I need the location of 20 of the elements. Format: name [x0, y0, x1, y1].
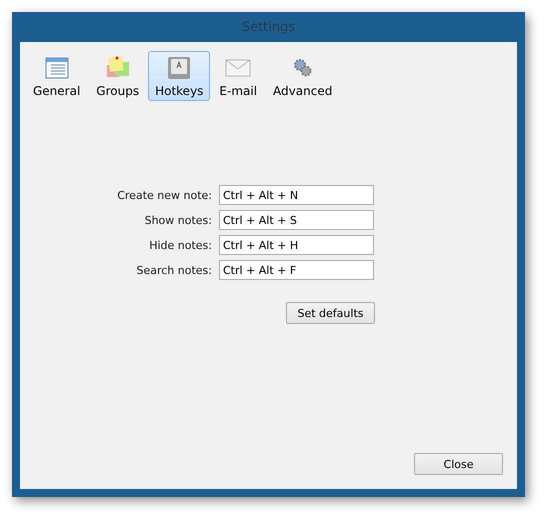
window-title: Settings [240, 18, 296, 36]
tab[interactable]: Groups [89, 51, 146, 101]
envelope-icon [225, 59, 252, 77]
tab[interactable]: Advanced [266, 51, 340, 101]
hotkey-label: Show notes: [144, 214, 212, 226]
hotkey-field[interactable]: Ctrl + Alt + N [219, 185, 374, 205]
window-list-icon [44, 57, 69, 79]
close-button[interactable]: Close [414, 453, 503, 475]
tab[interactable]: General [26, 51, 88, 101]
hotkey-label: Hide notes: [148, 238, 212, 252]
hotkey-label: Search notes: [135, 264, 212, 276]
hotkey-field[interactable]: Ctrl + Alt + H [219, 235, 374, 255]
hotkey-field[interactable]: Ctrl + Alt + F [219, 260, 374, 280]
set-defaults-button[interactable]: Set defaults [286, 302, 375, 324]
hotkey-label: Create new note: [116, 188, 212, 202]
tab[interactable]: E-mail [212, 51, 264, 101]
gears-icon [292, 58, 313, 78]
hotkey-field[interactable]: Ctrl + Alt + S [219, 210, 374, 230]
key-icon [167, 56, 192, 80]
tab[interactable]: Hotkeys [148, 51, 210, 101]
